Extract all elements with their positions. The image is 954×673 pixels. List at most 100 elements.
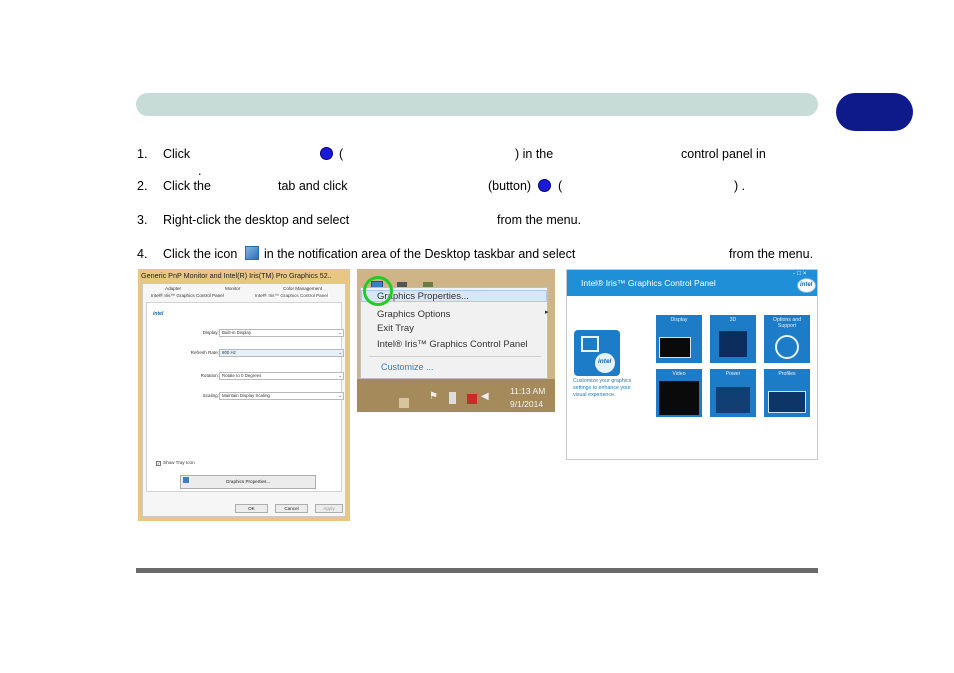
dialog-title: Generic PnP Monitor and Intel(R) Iris(TM… [141,271,332,280]
step-2-text-b: tab and click [278,179,348,193]
step-4-number: 4. [137,247,148,261]
chevron-down-icon: ⌄ [338,373,342,378]
refresh-rate-value: 800 Hz [222,350,236,355]
display-select[interactable]: Built-in Display ⌄ [219,329,344,337]
tab-graphics-control-panel[interactable]: Intel® Iris™ Graphics Control Panel [151,293,224,298]
rotation-value: Rotate to 0 Degrees [222,373,262,378]
rotation-select[interactable]: Rotate to 0 Degrees ⌄ [219,372,344,380]
app-icon: intel [574,330,620,376]
tile-display[interactable]: Display [656,315,702,363]
highlight-circle [363,276,393,306]
tile-video[interactable]: Video [656,369,702,417]
step-4-text-b: in the notification area of the Desktop … [264,247,576,261]
tile-options-support[interactable]: Options and Support [764,315,810,363]
tile-power[interactable]: Power [710,369,756,417]
menu-item-graphics-options[interactable]: Graphics Options [377,309,450,320]
tile-profiles-label: Profiles [778,371,796,377]
scaling-select[interactable]: Maintain Display Scaling ⌄ [219,392,344,400]
step-1-text-d: control panel in [681,147,766,161]
video-film-icon [659,381,699,415]
tile-video-label: Video [672,371,686,377]
tile-power-label: Power [725,371,741,377]
scaling-label: Scaling: [202,393,219,398]
ok-button[interactable]: OK [235,504,268,513]
menu-item-control-panel[interactable]: Intel® Iris™ Graphics Control Panel [377,339,528,350]
step-3-text-b: from the menu. [497,213,582,227]
step-4-text-a: Click the icon [163,247,238,261]
flag-icon[interactable]: ⚑ [429,391,438,402]
show-tray-checkbox[interactable]: ✓ [156,461,161,466]
menu-divider [369,356,541,357]
display-properties-dialog-screenshot: Generic PnP Monitor and Intel(R) Iris(TM… [138,269,350,521]
header-bar [136,93,818,116]
bottom-rule [136,568,818,573]
chapter-tab [836,93,913,131]
display-value: Built-in Display [222,330,252,335]
blue-bullet-icon [538,179,551,192]
step-2-text-d: ( [558,179,563,193]
monitor-icon [581,336,599,352]
chevron-down-icon: ⌄ [338,330,342,335]
desktop-taskbar: ⚑ ◀ 11:13 AM 9/1/2014 [357,379,555,412]
display-label: Display: [202,330,219,335]
refresh-rate-label: Refresh Rate: [190,350,219,355]
step-1-text-c: ) in the [515,147,554,161]
tile-profiles[interactable]: Profiles [764,369,810,417]
tab-graphics-control-panel-active[interactable]: Intel® Iris™ Graphics Control Panel [253,293,330,298]
tray-menu-screenshot: Graphics Properties... Graphics Options … [357,269,555,412]
refresh-rate-select[interactable]: 800 Hz ⌄ [219,349,344,357]
tile-3d-label: 3D [729,317,737,323]
apply-button[interactable]: Apply [315,504,343,513]
taskbar-date: 9/1/2014 [510,399,544,409]
tab-monitor[interactable]: Monitor [225,286,240,291]
show-hidden-icon[interactable] [399,398,409,408]
volume-icon[interactable]: ◀ [481,391,489,402]
intel-logo: intel [153,311,164,317]
tray-graphics-icon [245,246,259,260]
iris-control-panel-screenshot: Intel® Iris™ Graphics Control Panel - □ … [566,269,818,460]
taskbar-time: 11:13 AM [510,386,546,396]
menu-item-exit-tray[interactable]: Exit Tray [377,323,414,334]
power-plug-icon [716,387,750,413]
intel-logo-text: intel [800,282,813,288]
profiles-icon [768,391,806,413]
intel-badge-icon: intel [595,353,615,373]
3d-diamond-icon [719,331,747,357]
submenu-arrow-icon: ▸ [545,309,549,316]
tile-display-label: Display [670,317,688,323]
chevron-down-icon: ⌄ [338,350,342,355]
monitor-icon [659,337,691,358]
step-2-number: 2. [137,179,148,193]
window-controls[interactable]: - □ × [793,270,807,277]
tab-adapter[interactable]: Adapter [165,286,181,291]
battery-icon[interactable] [449,392,456,404]
tile-3d[interactable]: 3D [710,315,756,363]
step-4-text-c: from the menu. [729,247,814,261]
graphics-properties-label: Graphics Properties... [225,479,271,484]
iris-header: Intel® Iris™ Graphics Control Panel - □ … [567,270,817,296]
dialog-body: Adapter Monitor Color Management Intel® … [142,283,346,517]
tab-color-management[interactable]: Color Management [283,286,322,291]
chevron-down-icon: ⌄ [338,393,342,398]
graphics-properties-button[interactable]: Graphics Properties... [180,475,316,489]
blue-bullet-icon [320,147,333,160]
gears-icon [775,335,799,359]
step-2-text-e: ) . [734,179,746,193]
customize-link[interactable]: Customize ... [381,362,434,372]
cancel-button[interactable]: Cancel [275,504,308,513]
show-tray-label: Show Tray Icon [163,460,195,465]
network-icon[interactable] [467,394,477,404]
step-1-number: 1. [137,147,148,161]
scaling-value: Maintain Display Scaling [222,393,270,398]
rotation-label: Rotation: [200,373,219,378]
step-2-text-c: (button) [488,179,532,193]
step-1-text-b: ( [339,147,344,161]
step-3-number: 3. [137,213,148,227]
iris-title: Intel® Iris™ Graphics Control Panel [581,278,716,288]
step-1-text-e: . [198,164,202,178]
dialog-tab-panel: intel Display: Built-in Display ⌄ Refresh… [146,302,344,492]
intel-badge-text: intel [598,358,612,365]
step-1-text-a: Click [163,147,191,161]
iris-tagline: Customize your graphics settings to enha… [573,378,632,398]
step-3-text-a: Right-click the desktop and select [163,213,350,227]
